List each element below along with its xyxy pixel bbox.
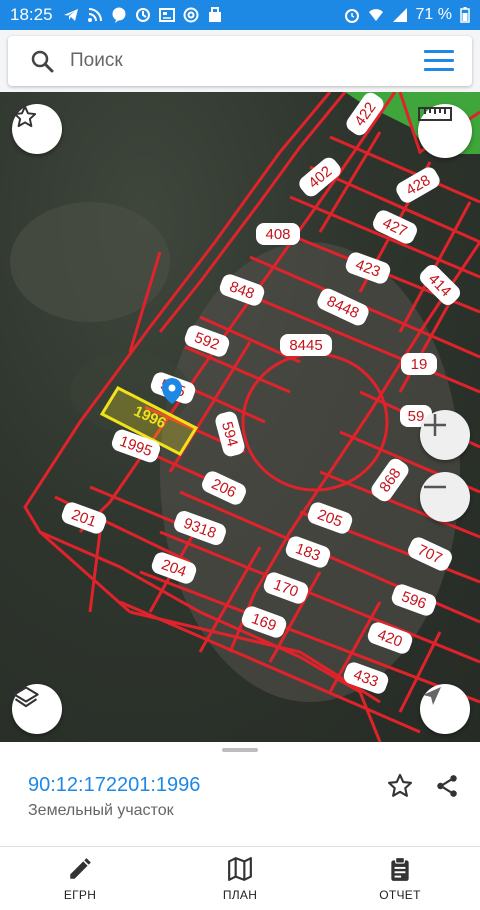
battery-percent: 71 %: [415, 6, 452, 23]
parcel-label: 8445: [289, 337, 322, 354]
clipboard-icon: [391, 856, 409, 881]
wifi-icon: [368, 9, 383, 21]
favorite-star-icon[interactable]: [386, 772, 414, 800]
cadastral-number: 90:12:172201:1996: [28, 774, 201, 796]
bag-icon: [208, 7, 221, 22]
status-time: 18:25: [10, 5, 53, 24]
map-layers-button[interactable]: [12, 684, 62, 734]
object-type: Земельный участок: [28, 802, 174, 819]
sheet-drag-handle[interactable]: [222, 748, 258, 752]
status-bar: 18:25 71 %: [0, 0, 480, 30]
star-outline-icon: [13, 105, 37, 128]
at-icon: [183, 7, 199, 23]
plus-icon: [424, 414, 446, 436]
search-icon[interactable]: [30, 49, 54, 73]
nav-report-label: ОТЧЕТ: [379, 887, 421, 902]
alarm-icon: [344, 9, 359, 23]
rss-icon: [87, 8, 102, 22]
minus-icon: [424, 485, 446, 489]
nav-report[interactable]: ОТЧЕТ: [320, 847, 480, 910]
ruler-icon: [418, 107, 452, 121]
nav-egrn-label: ЕГРН: [63, 887, 97, 902]
parcel-label: 408: [265, 226, 290, 243]
pencil-icon: [70, 857, 91, 879]
signal-icon: [392, 8, 407, 22]
sync-icon: [135, 8, 150, 22]
map-view[interactable]: 422 428 427 402 408 423 414 848 8448 844…: [0, 92, 480, 742]
parcel-label: 19: [411, 356, 428, 373]
field-area: [160, 242, 460, 702]
cadastral-map[interactable]: 422 428 427 402 408 423 414 848 8448 844…: [0, 92, 480, 742]
clearing-area: [10, 202, 170, 322]
map-icon: [228, 856, 252, 881]
nav-plan[interactable]: ПЛАН: [160, 847, 320, 910]
zoom-out-button[interactable]: [420, 472, 470, 522]
zoom-in-button[interactable]: [420, 410, 470, 460]
navigation-arrow-icon: [423, 687, 441, 705]
chat-icon: [112, 7, 126, 23]
measure-ruler-button[interactable]: [418, 104, 472, 158]
search-input[interactable]: [70, 50, 400, 72]
parcel-info-sheet[interactable]: 90:12:172201:1996 Земельный участок: [0, 742, 480, 846]
my-location-button[interactable]: [420, 684, 470, 734]
search-bar[interactable]: [8, 36, 472, 86]
favorites-button[interactable]: [12, 104, 62, 154]
telegram-icon: [63, 9, 78, 21]
bottom-navigation: ЕГРН ПЛАН ОТЧЕТ: [0, 846, 480, 910]
nav-plan-label: ПЛАН: [222, 887, 258, 902]
hamburger-menu-icon[interactable]: [424, 50, 454, 72]
top-bar: [0, 30, 480, 92]
news-icon: [158, 8, 175, 22]
battery-icon: [460, 7, 470, 23]
share-icon[interactable]: [434, 772, 460, 800]
nav-egrn[interactable]: ЕГРН: [0, 847, 160, 910]
layers-icon: [13, 686, 39, 708]
